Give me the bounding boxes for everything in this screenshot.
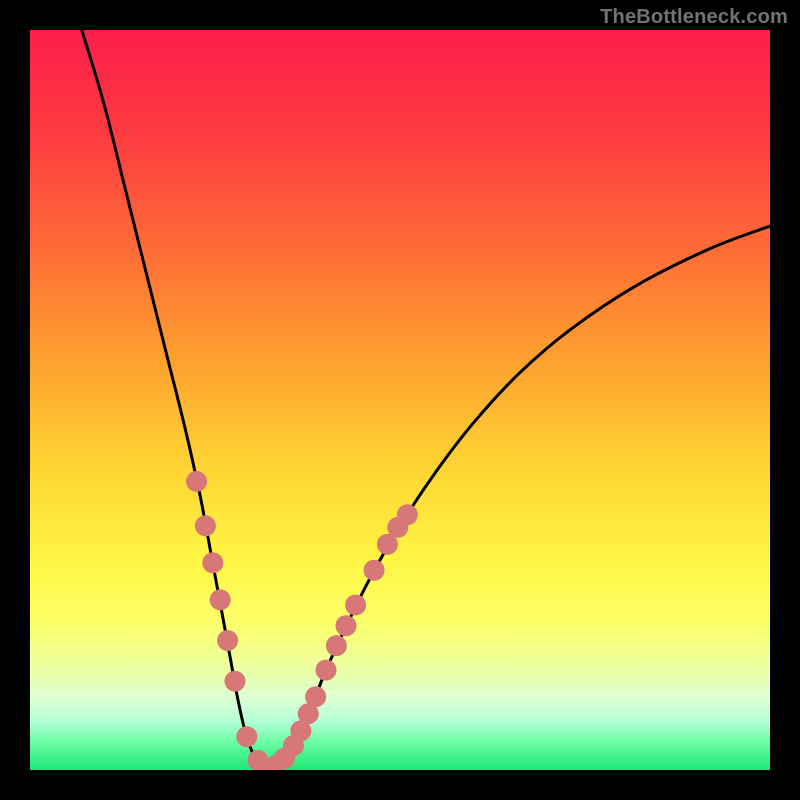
- marker-dot: [397, 504, 418, 525]
- plot-area: [30, 30, 770, 770]
- marker-dot: [195, 515, 216, 536]
- marker-dot: [316, 660, 337, 681]
- marker-dot: [305, 686, 326, 707]
- marker-dot: [236, 726, 257, 747]
- chart-svg: [30, 30, 770, 770]
- marker-group: [186, 471, 418, 770]
- marker-dot: [210, 589, 231, 610]
- marker-dot: [335, 615, 356, 636]
- outer-frame: TheBottleneck.com: [0, 0, 800, 800]
- marker-dot: [202, 552, 223, 573]
- marker-dot: [364, 560, 385, 581]
- marker-dot: [345, 594, 366, 615]
- marker-dot: [217, 630, 238, 651]
- attribution-text: TheBottleneck.com: [600, 6, 788, 29]
- marker-dot: [326, 635, 347, 656]
- marker-dot: [186, 471, 207, 492]
- marker-dot: [224, 671, 245, 692]
- bottleneck-curve: [82, 30, 770, 769]
